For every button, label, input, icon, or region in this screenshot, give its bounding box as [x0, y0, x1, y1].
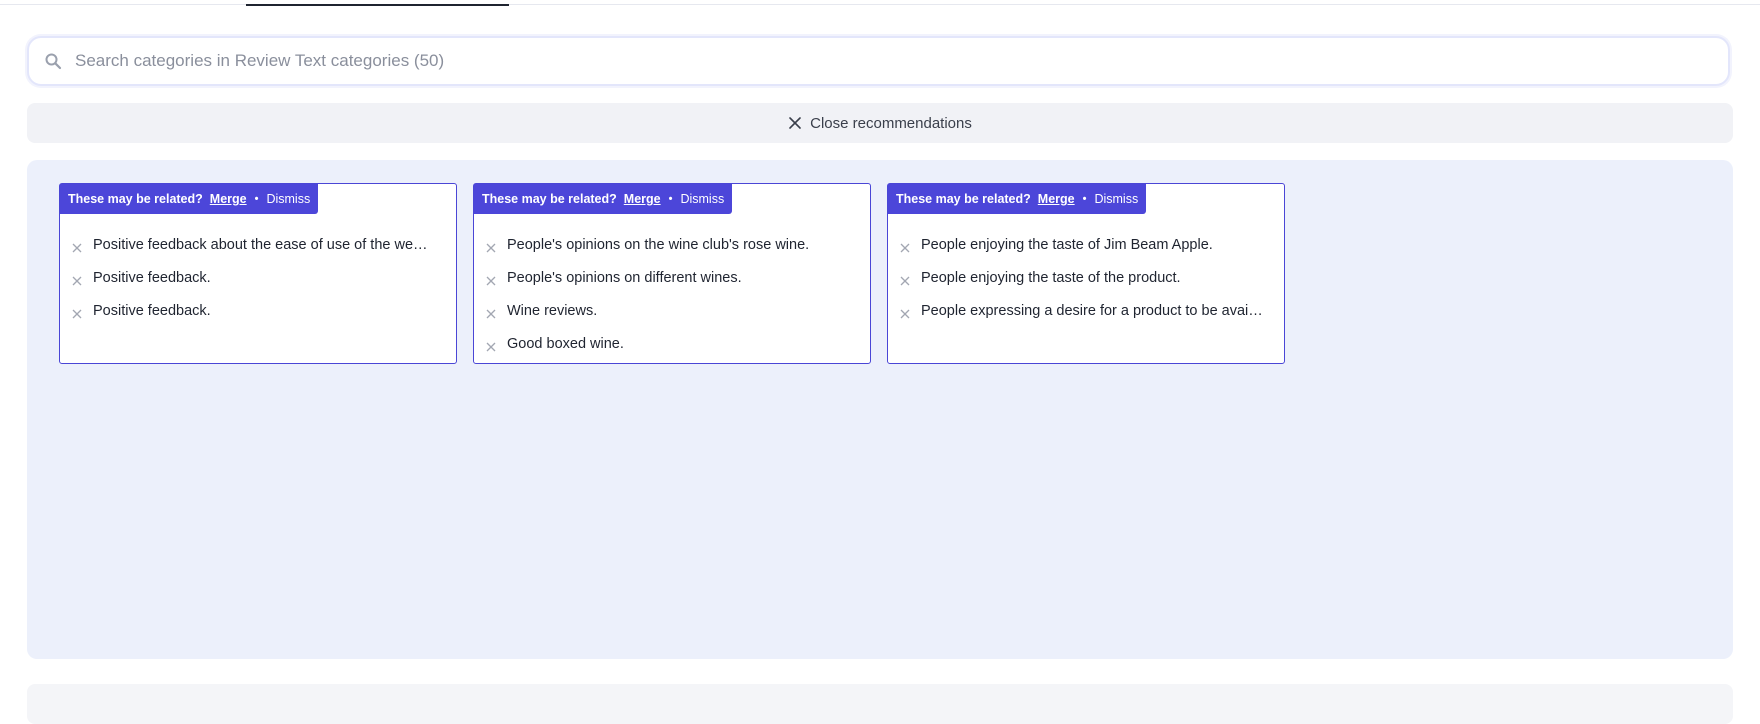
card-header: These may be related? Merge • Dismiss	[888, 184, 1147, 214]
separator-dot: •	[1082, 193, 1087, 205]
list-item: Positive feedback.	[60, 261, 456, 294]
merge-link[interactable]: Merge	[1038, 192, 1075, 206]
active-tab-indicator	[246, 4, 509, 6]
recommendations-panel: These may be related? Merge • Dismiss Po…	[27, 160, 1733, 659]
category-label: People's opinions on different wines.	[507, 269, 742, 286]
category-label: People's opinions on the wine club's ros…	[507, 236, 810, 253]
remove-icon[interactable]	[486, 273, 496, 285]
category-label: Positive feedback.	[93, 269, 211, 286]
list-item: Good boxed wine.	[474, 327, 870, 360]
dismiss-link[interactable]: Dismiss	[266, 192, 310, 206]
recommendation-card: These may be related? Merge • Dismiss Pe…	[887, 183, 1285, 364]
close-recommendations-label: Close recommendations	[810, 114, 972, 132]
card-item-list: People's opinions on the wine club's ros…	[474, 228, 870, 360]
remove-icon[interactable]	[900, 273, 910, 285]
category-label: People enjoying the taste of the product…	[921, 269, 1181, 286]
search-box[interactable]	[27, 36, 1730, 86]
next-section	[27, 684, 1733, 724]
list-item: Positive feedback.	[60, 294, 456, 327]
list-item: Wine reviews.	[474, 294, 870, 327]
remove-icon[interactable]	[486, 339, 496, 351]
separator-dot: •	[254, 193, 259, 205]
close-recommendations-button[interactable]: Close recommendations	[27, 103, 1733, 143]
remove-icon[interactable]	[72, 240, 82, 252]
merge-link[interactable]: Merge	[210, 192, 247, 206]
dismiss-link[interactable]: Dismiss	[680, 192, 724, 206]
list-item: People's opinions on different wines.	[474, 261, 870, 294]
search-icon	[43, 51, 63, 71]
related-prompt: These may be related?	[68, 192, 203, 206]
category-label: Good boxed wine.	[507, 335, 624, 352]
list-item: People enjoying the taste of Jim Beam Ap…	[888, 228, 1284, 261]
remove-icon[interactable]	[900, 306, 910, 318]
recommendation-card: These may be related? Merge • Dismiss Pe…	[473, 183, 871, 364]
recommendation-card: These may be related? Merge • Dismiss Po…	[59, 183, 457, 364]
card-item-list: Positive feedback about the ease of use …	[60, 228, 456, 327]
dismiss-link[interactable]: Dismiss	[1094, 192, 1138, 206]
remove-icon[interactable]	[486, 240, 496, 252]
remove-icon[interactable]	[900, 240, 910, 252]
category-label: Wine reviews.	[507, 302, 598, 319]
merge-link[interactable]: Merge	[624, 192, 661, 206]
separator-dot: •	[668, 193, 673, 205]
category-label: Positive feedback.	[93, 302, 211, 319]
card-header: These may be related? Merge • Dismiss	[474, 184, 733, 214]
list-item: Positive feedback about the ease of use …	[60, 228, 456, 261]
category-label: People expressing a desire for a product…	[921, 302, 1263, 319]
list-item: People's opinions on the wine club's ros…	[474, 228, 870, 261]
category-label: Positive feedback about the ease of use …	[93, 236, 428, 253]
list-item: People enjoying the taste of the product…	[888, 261, 1284, 294]
close-icon	[788, 116, 802, 130]
related-prompt: These may be related?	[482, 192, 617, 206]
remove-icon[interactable]	[72, 273, 82, 285]
card-header: These may be related? Merge • Dismiss	[60, 184, 319, 214]
list-item: People expressing a desire for a product…	[888, 294, 1284, 327]
search-input[interactable]	[73, 50, 1728, 72]
card-item-list: People enjoying the taste of Jim Beam Ap…	[888, 228, 1284, 327]
related-prompt: These may be related?	[896, 192, 1031, 206]
category-label: People enjoying the taste of Jim Beam Ap…	[921, 236, 1213, 253]
remove-icon[interactable]	[486, 306, 496, 318]
remove-icon[interactable]	[72, 306, 82, 318]
